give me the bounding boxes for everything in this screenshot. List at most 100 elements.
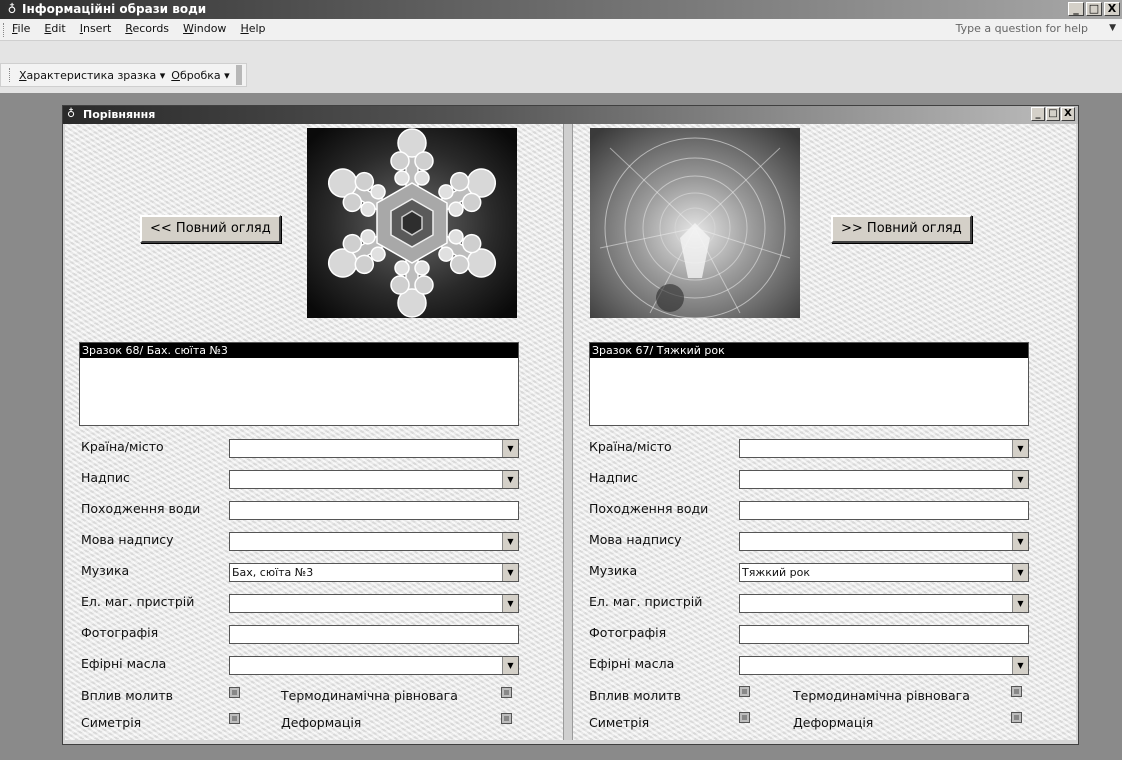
- right-music-value: Тяжкий рок: [742, 566, 811, 579]
- left-symmetry-checkbox[interactable]: [229, 713, 240, 724]
- menu-insert[interactable]: Insert: [80, 22, 112, 35]
- right-country-select[interactable]: ▼: [739, 439, 1029, 458]
- chevron-down-icon[interactable]: ▼: [1012, 657, 1028, 674]
- app-title: Інформаційні образи води: [22, 2, 207, 16]
- left-photo-field[interactable]: [229, 625, 519, 644]
- child-maximize-button[interactable]: □: [1046, 107, 1060, 121]
- child-window-controls: _ □ X: [1031, 107, 1075, 121]
- left-oils-label: Ефірні масла: [81, 656, 167, 671]
- right-deformation-label: Деформація: [793, 715, 874, 730]
- left-sample-panel: << Повний огляд Зразок 68/ Бах. сюїта №3…: [65, 124, 563, 740]
- right-symmetry-label: Симетрія: [589, 715, 650, 730]
- left-country-label: Країна/місто: [81, 439, 164, 454]
- custom-toolbar: Характеристика зразка ▾ Обробка ▾: [0, 63, 247, 87]
- left-music-label: Музика: [81, 563, 130, 578]
- right-inscription-select[interactable]: ▼: [739, 470, 1029, 489]
- toolbar-area: Характеристика зразка ▾ Обробка ▾: [0, 41, 1122, 93]
- right-crystal-photo: [590, 128, 800, 318]
- left-device-select[interactable]: ▼: [229, 594, 519, 613]
- right-oils-label: Ефірні масла: [589, 656, 675, 671]
- left-music-select[interactable]: Бах, сюїта №3 ▼: [229, 563, 519, 582]
- help-dropdown-icon[interactable]: ▼: [1109, 23, 1116, 33]
- right-device-select[interactable]: ▼: [739, 594, 1029, 613]
- right-sample-panel: >> Повний огляд Зразок 67/ Тяжкий рок Кр…: [573, 124, 1076, 740]
- chevron-down-icon[interactable]: ▼: [1012, 595, 1028, 612]
- right-photo-field[interactable]: [739, 625, 1029, 644]
- left-water-origin-field[interactable]: [229, 501, 519, 520]
- toolbar-grip[interactable]: [9, 68, 13, 82]
- app-icon: ♁: [7, 2, 17, 16]
- right-sample-list[interactable]: Зразок 67/ Тяжкий рок: [589, 342, 1029, 426]
- panel-divider: [563, 124, 573, 740]
- menu-grip[interactable]: [3, 23, 7, 37]
- left-oils-select[interactable]: ▼: [229, 656, 519, 675]
- right-music-label: Музика: [589, 563, 638, 578]
- right-water-origin-label: Походження води: [589, 501, 709, 516]
- left-language-label: Мова надпису: [81, 532, 174, 547]
- app-title-bar: ♁ Інформаційні образи води _ □ X: [0, 0, 1122, 19]
- left-symmetry-label: Симетрія: [81, 715, 142, 730]
- left-full-view-button[interactable]: << Повний огляд: [140, 215, 281, 243]
- menu-edit[interactable]: Edit: [44, 22, 65, 35]
- right-photo-label: Фотографія: [589, 625, 667, 640]
- toolbar-sample-characteristics-menu[interactable]: Характеристика зразка ▾: [19, 69, 165, 82]
- close-button[interactable]: X: [1104, 2, 1120, 16]
- chevron-down-icon[interactable]: ▼: [1012, 471, 1028, 488]
- right-water-origin-field[interactable]: [739, 501, 1029, 520]
- comparison-title-bar: ♁ Порівняння _ □ X: [63, 106, 1078, 124]
- chevron-down-icon[interactable]: ▼: [502, 595, 518, 612]
- snowflake-crystal-image: [307, 128, 517, 318]
- left-sample-list[interactable]: Зразок 68/ Бах. сюїта №3: [79, 342, 519, 426]
- left-crystal-photo: [307, 128, 517, 318]
- left-music-value: Бах, сюїта №3: [232, 566, 314, 579]
- right-oils-select[interactable]: ▼: [739, 656, 1029, 675]
- chevron-down-icon[interactable]: ▼: [1012, 564, 1028, 581]
- chevron-down-icon[interactable]: ▼: [1012, 440, 1028, 457]
- left-prayer-label: Вплив молитв: [81, 688, 174, 703]
- left-inscription-select[interactable]: ▼: [229, 470, 519, 489]
- maximize-button[interactable]: □: [1086, 2, 1102, 16]
- menu-help[interactable]: Help: [240, 22, 265, 35]
- menu-records[interactable]: Records: [125, 22, 169, 35]
- help-search-input[interactable]: Type a question for help: [956, 22, 1088, 35]
- left-water-origin-label: Походження води: [81, 501, 201, 516]
- right-selected-sample[interactable]: Зразок 67/ Тяжкий рок: [590, 343, 1028, 358]
- right-language-select[interactable]: ▼: [739, 532, 1029, 551]
- left-prayer-checkbox[interactable]: [229, 687, 240, 698]
- right-thermo-label: Термодинамічна рівновага: [793, 688, 970, 703]
- right-prayer-checkbox[interactable]: [739, 686, 750, 697]
- right-language-label: Мова надпису: [589, 532, 682, 547]
- right-music-select[interactable]: Тяжкий рок ▼: [739, 563, 1029, 582]
- comparison-window: ♁ Порівняння _ □ X << Повний огляд Зразо…: [62, 105, 1079, 745]
- right-deformation-checkbox[interactable]: [1011, 712, 1022, 723]
- chevron-down-icon[interactable]: ▼: [502, 533, 518, 550]
- chevron-down-icon[interactable]: ▼: [502, 657, 518, 674]
- toolbar-processing-menu[interactable]: Обробка ▾: [171, 69, 229, 82]
- minimize-button[interactable]: _: [1068, 2, 1084, 16]
- chevron-down-icon[interactable]: ▼: [502, 471, 518, 488]
- chevron-down-icon[interactable]: ▼: [502, 440, 518, 457]
- menu-file[interactable]: File: [12, 22, 30, 35]
- child-close-button[interactable]: X: [1061, 107, 1075, 121]
- left-language-select[interactable]: ▼: [229, 532, 519, 551]
- window-controls: _ □ X: [1068, 2, 1120, 16]
- left-country-select[interactable]: ▼: [229, 439, 519, 458]
- right-country-label: Країна/місто: [589, 439, 672, 454]
- left-deformation-checkbox[interactable]: [501, 713, 512, 724]
- chevron-down-icon[interactable]: ▼: [502, 564, 518, 581]
- right-full-view-button[interactable]: >> Повний огляд: [831, 215, 972, 243]
- right-inscription-label: Надпис: [589, 470, 638, 485]
- right-thermo-checkbox[interactable]: [1011, 686, 1022, 697]
- right-device-label: Ел. маг. пристрій: [589, 594, 703, 609]
- left-device-label: Ел. маг. пристрій: [81, 594, 195, 609]
- menu-bar: File Edit Insert Records Window Help Typ…: [0, 19, 1122, 41]
- left-selected-sample[interactable]: Зразок 68/ Бах. сюїта №3: [80, 343, 518, 358]
- left-photo-label: Фотографія: [81, 625, 159, 640]
- child-minimize-button[interactable]: _: [1031, 107, 1045, 121]
- toolbar-options-button[interactable]: [235, 65, 242, 85]
- left-thermo-checkbox[interactable]: [501, 687, 512, 698]
- menu-window[interactable]: Window: [183, 22, 226, 35]
- distorted-crystal-image: [590, 128, 800, 318]
- chevron-down-icon[interactable]: ▼: [1012, 533, 1028, 550]
- right-symmetry-checkbox[interactable]: [739, 712, 750, 723]
